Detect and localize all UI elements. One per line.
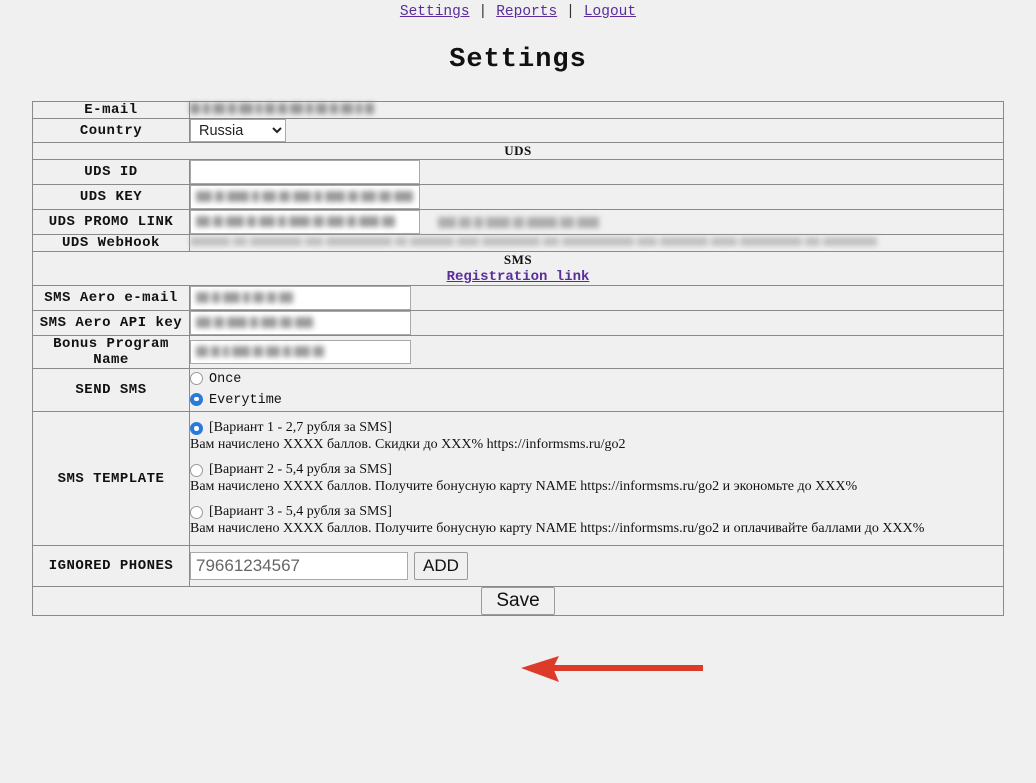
uds-key-field[interactable] xyxy=(190,185,420,209)
uds-promo-link-field[interactable] xyxy=(190,210,420,234)
label-sms-template: SMS TEMPLATE xyxy=(32,411,190,547)
sms-template-option-2-head: [Вариант 2 - 5,4 рубля за SMS] xyxy=(209,462,392,478)
redacted-uds-promo-link-extra xyxy=(438,216,602,229)
value-country: Russia xyxy=(189,118,1004,143)
label-email: E-mail xyxy=(32,101,190,119)
table-row-uds-section: UDS xyxy=(32,142,1004,160)
sms-aero-email-input[interactable] xyxy=(190,286,411,310)
table-row-sms-template: SMS TEMPLATE [Вариант 1 - 2,7 рубля за S… xyxy=(32,411,1004,547)
label-ignored-phones: IGNORED PHONES xyxy=(32,545,190,588)
radio-icon-everytime[interactable] xyxy=(190,392,203,406)
label-bonus-program-name: Bonus Program Name xyxy=(32,335,190,369)
label-uds-id: UDS ID xyxy=(32,159,190,185)
nav-separator-1: | xyxy=(478,4,488,20)
country-select[interactable]: Russia xyxy=(190,119,286,142)
sms-template-option-2-head-row: [Вариант 2 - 5,4 рубля за SMS] xyxy=(190,462,1003,478)
ignored-phones-controls: ADD xyxy=(190,546,1003,586)
value-uds-webhook xyxy=(189,234,1004,252)
value-sms-aero-api-key xyxy=(189,310,1004,336)
label-country: Country xyxy=(32,118,190,143)
nav-link-settings[interactable]: Settings xyxy=(400,4,470,20)
table-row-sms-section: SMS Registration link xyxy=(32,251,1004,286)
send-sms-option-everytime[interactable]: Everytime xyxy=(190,391,1003,411)
top-navigation: Settings | Reports | Logout xyxy=(0,0,1036,20)
table-row-send-sms: SEND SMS Once Everytime xyxy=(32,367,1004,413)
redacted-email xyxy=(190,102,377,115)
sms-template-option-1-head: [Вариант 1 - 2,7 рубля за SMS] xyxy=(209,420,392,436)
label-send-sms: SEND SMS xyxy=(32,367,190,413)
radio-icon-template-3[interactable] xyxy=(190,506,203,520)
table-row-save: Save xyxy=(32,586,1004,617)
table-row-email: E-mail xyxy=(32,101,1004,119)
uds-id-input[interactable] xyxy=(190,160,420,184)
table-row-uds-id: UDS ID xyxy=(32,159,1004,185)
sms-template-option-3-head: [Вариант 3 - 5,4 рубля за SMS] xyxy=(209,504,392,520)
table-row-country: Country Russia xyxy=(32,118,1004,143)
send-sms-option-once-label: Once xyxy=(209,372,242,387)
section-header-sms-label: SMS xyxy=(503,252,533,267)
table-row-ignored-phones: IGNORED PHONES ADD xyxy=(32,545,1004,588)
sms-template-option-2-body: Вам начислено XXXX баллов. Получите бону… xyxy=(190,479,858,495)
value-sms-aero-email xyxy=(189,285,1004,311)
save-row: Save xyxy=(32,586,1004,617)
value-uds-id xyxy=(189,159,1004,185)
table-row-uds-promo-link: UDS PROMO LINK xyxy=(32,209,1004,235)
label-sms-aero-email: SMS Aero e-mail xyxy=(32,285,190,311)
table-row-uds-webhook: UDS WebHook xyxy=(32,234,1004,252)
table-row-sms-aero-email: SMS Aero e-mail xyxy=(32,285,1004,311)
sms-aero-api-key-field[interactable] xyxy=(190,311,411,335)
sms-template-option-3-body: Вам начислено XXXX баллов. Получите бону… xyxy=(190,521,925,537)
send-sms-option-once[interactable]: Once xyxy=(190,370,1003,390)
bonus-program-name-input[interactable] xyxy=(190,340,411,364)
nav-link-reports[interactable]: Reports xyxy=(496,4,557,20)
value-ignored-phones: ADD xyxy=(189,545,1004,588)
value-send-sms: Once Everytime xyxy=(189,367,1004,413)
uds-key-input[interactable] xyxy=(190,185,420,209)
sms-template-option-1-body: Вам начислено XXXX баллов. Скидки до XXX… xyxy=(190,437,626,453)
sms-aero-api-key-input[interactable] xyxy=(190,311,411,335)
annotation-arrow-icon xyxy=(521,656,703,682)
sms-template-option-2[interactable]: [Вариант 2 - 5,4 рубля за SMS] Вам начис… xyxy=(190,462,1003,495)
value-sms-template: [Вариант 1 - 2,7 рубля за SMS] Вам начис… xyxy=(189,411,1004,547)
label-uds-promo-link: UDS PROMO LINK xyxy=(32,209,190,235)
sms-template-option-1-head-row: [Вариант 1 - 2,7 рубля за SMS] xyxy=(190,420,1003,436)
bonus-program-name-field[interactable] xyxy=(190,340,411,364)
uds-promo-link-input[interactable] xyxy=(190,210,420,234)
ignored-phones-input[interactable] xyxy=(190,552,408,581)
label-uds-webhook: UDS WebHook xyxy=(32,234,190,252)
radio-icon-template-1[interactable] xyxy=(190,422,203,436)
settings-table: E-mail Country Russia UDS UDS ID UDS KEY xyxy=(32,101,1004,617)
value-bonus-program-name xyxy=(189,335,1004,369)
section-header-sms: SMS Registration link xyxy=(32,251,1004,286)
section-header-uds: UDS xyxy=(32,142,1004,160)
send-sms-option-everytime-label: Everytime xyxy=(209,392,282,408)
page-title: Settings xyxy=(449,45,587,75)
registration-link[interactable]: Registration link xyxy=(33,269,1003,285)
table-row-uds-key: UDS KEY xyxy=(32,184,1004,210)
sms-template-option-1[interactable]: [Вариант 1 - 2,7 рубля за SMS] Вам начис… xyxy=(190,420,1003,453)
radio-icon-template-2[interactable] xyxy=(190,464,203,478)
sms-template-option-3-head-row: [Вариант 3 - 5,4 рубля за SMS] xyxy=(190,504,1003,520)
save-button[interactable]: Save xyxy=(481,587,555,616)
value-uds-key xyxy=(189,184,1004,210)
label-uds-key: UDS KEY xyxy=(32,184,190,210)
value-uds-promo-link xyxy=(189,209,1004,235)
sms-template-option-3[interactable]: [Вариант 3 - 5,4 рубля за SMS] Вам начис… xyxy=(190,504,1003,537)
radio-icon-once[interactable] xyxy=(190,372,203,385)
settings-form: E-mail Country Russia UDS UDS ID UDS KEY xyxy=(32,101,1004,617)
table-row-sms-aero-api-key: SMS Aero API key xyxy=(32,310,1004,336)
sms-aero-email-field[interactable] xyxy=(190,286,411,310)
nav-separator-2: | xyxy=(566,4,575,20)
value-email xyxy=(189,101,1004,119)
add-button[interactable]: ADD xyxy=(414,552,468,581)
label-sms-aero-api-key: SMS Aero API key xyxy=(32,310,190,336)
table-row-bonus-program-name: Bonus Program Name xyxy=(32,335,1004,369)
redacted-uds-webhook xyxy=(190,235,880,248)
nav-link-logout[interactable]: Logout xyxy=(584,4,636,20)
